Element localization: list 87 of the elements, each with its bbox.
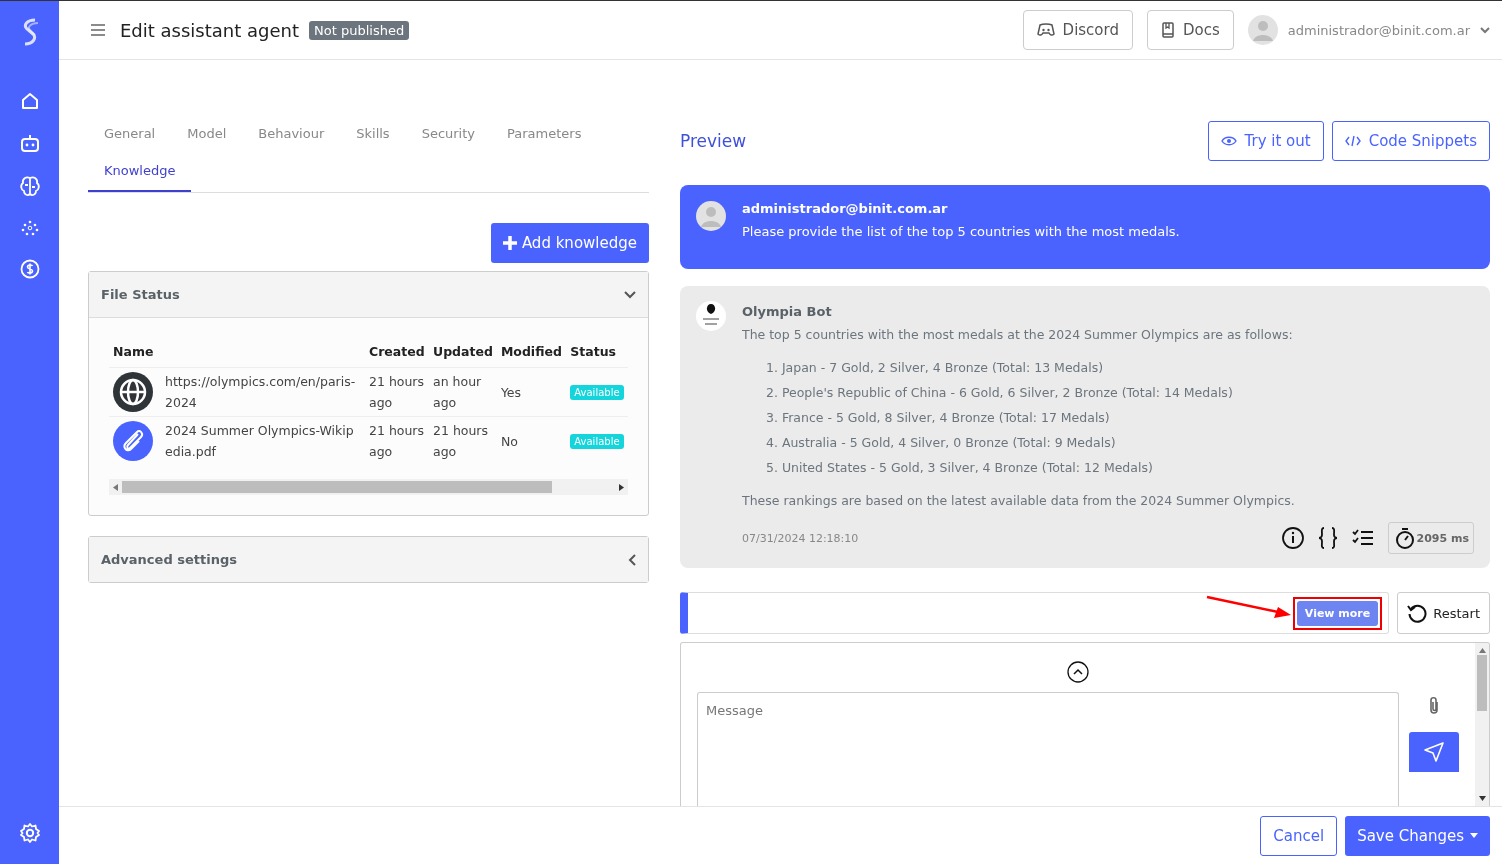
scroll-up-icon[interactable]: [1478, 648, 1486, 653]
bot-avatar-icon: [696, 300, 726, 332]
message-text: These rankings are based on the latest available data from the 2024 Summer Olympics.: [742, 493, 1296, 508]
table-cell: No: [496, 416, 567, 465]
tab[interactable]: Behaviour: [242, 118, 341, 155]
panel-header[interactable]: File Status: [89, 272, 648, 318]
dots-icon[interactable]: [20, 219, 39, 237]
table-cell: 2024 Summer Olympics-Wikipedia.pdf: [161, 416, 365, 465]
message-text: Please provide the list of the top 5 countries with the most medals.: [742, 224, 1181, 239]
vertical-scrollbar[interactable]: [1475, 643, 1489, 806]
menu-icon[interactable]: [90, 24, 106, 36]
status-badge: Not published: [309, 20, 410, 40]
dollar-icon[interactable]: [19, 259, 40, 279]
table-cell: 21 hours ago: [365, 416, 429, 465]
duration: 2095 ms: [1416, 531, 1469, 545]
caret-icon: [1470, 833, 1478, 838]
scroll-thumb[interactable]: [122, 481, 552, 493]
scroll-down-icon[interactable]: [1478, 796, 1486, 801]
send-button[interactable]: [1409, 732, 1459, 772]
code-icon: [1344, 135, 1361, 147]
info-icon[interactable]: [1281, 527, 1304, 549]
column-header: Name: [109, 340, 365, 368]
globe-icon: [113, 372, 153, 412]
timestamp: 07/31/2024 12:18:10: [742, 531, 859, 545]
cancel-button[interactable]: Cancel: [1260, 815, 1338, 856]
table-cell: an hour ago: [429, 367, 497, 417]
try-it-out-button[interactable]: Try it out: [1207, 121, 1324, 161]
scroll-thumb[interactable]: [1477, 655, 1487, 711]
home-icon[interactable]: [19, 91, 40, 111]
column-header: Created: [365, 340, 429, 368]
robot-icon[interactable]: [18, 133, 41, 153]
list-item: 1. Japan - 7 Gold, 2 Silver, 4 Bronze (Total: 13 Medals): [766, 360, 1105, 375]
user-email[interactable]: administrador@binit.com.ar: [1287, 22, 1470, 38]
view-more-button[interactable]: View more: [1296, 600, 1379, 626]
tab[interactable]: Skills: [340, 118, 406, 155]
braces-icon[interactable]: [1317, 527, 1338, 549]
scroll-right-icon[interactable]: [619, 483, 624, 491]
checklist-icon[interactable]: [1351, 529, 1374, 547]
restart-icon: [1407, 603, 1428, 623]
settings-icon[interactable]: [18, 822, 41, 844]
status-badge: Available: [570, 434, 624, 449]
list-item: 4. Australia - 5 Gold, 4 Silver, 0 Bronze (Total: 9 Medals): [766, 435, 1117, 450]
save-changes-button[interactable]: Save Changes: [1345, 815, 1490, 856]
brain-icon[interactable]: [18, 175, 41, 197]
discord-button[interactable]: Discord: [1022, 10, 1133, 50]
list-item: 2. People's Republic of China - 6 Gold, 6 Silver, 2 Bronze (Total: 14 Medals): [766, 385, 1234, 400]
preview-title: Preview: [680, 131, 747, 151]
tab[interactable]: Parameters: [491, 118, 598, 155]
tab[interactable]: Model: [171, 118, 243, 155]
table-cell: 21 hours ago: [429, 416, 497, 465]
tab[interactable]: General: [88, 118, 172, 155]
chevron-down-icon[interactable]: [1480, 26, 1490, 34]
horizontal-scrollbar[interactable]: [109, 479, 628, 495]
scroll-left-icon[interactable]: [113, 483, 118, 491]
send-icon: [1422, 740, 1446, 764]
column-header: Modified: [496, 340, 567, 368]
chevron-up-icon[interactable]: [1067, 661, 1089, 683]
list-item: 5. United States - 5 Gold, 3 Silver, 4 Bronze (Total: 12 Medals): [766, 460, 1154, 475]
paperclip-icon: [113, 421, 153, 461]
add-knowledge-button[interactable]: Add knowledge: [490, 223, 649, 263]
restart-button[interactable]: Restart: [1397, 592, 1490, 634]
advanced-settings-panel[interactable]: Advanced settings: [88, 536, 649, 583]
table-cell: https://olympics.com/en/paris-2024: [161, 367, 365, 417]
column-header: Updated: [429, 340, 497, 368]
tab[interactable]: Knowledge: [88, 155, 192, 192]
book-icon: [1160, 22, 1175, 38]
code-snippets-button[interactable]: Code Snippets: [1331, 121, 1490, 161]
message-text: The top 5 countries with the most medals at the 2024 Summer Olympics are as follows:: [742, 327, 1294, 342]
column-header: Status: [566, 340, 628, 368]
page-title: Edit assistant agent: [120, 19, 299, 41]
eye-icon: [1220, 136, 1237, 146]
message-author: Olympia Bot: [742, 304, 833, 319]
stopwatch-icon: [1394, 527, 1415, 549]
status-badge: Available: [570, 385, 624, 400]
panel-title: Advanced settings: [101, 552, 237, 567]
message-field[interactable]: Message: [697, 692, 1399, 806]
tab[interactable]: Security: [405, 118, 492, 155]
docs-button[interactable]: Docs: [1146, 10, 1234, 50]
plus-icon: [502, 236, 517, 250]
table-cell: Yes: [496, 367, 567, 417]
panel-title: File Status: [101, 287, 180, 302]
gamepad-icon: [1036, 23, 1055, 37]
list-item: 3. France - 5 Gold, 8 Silver, 4 Bronze (Total: 17 Medals): [766, 410, 1111, 425]
paperclip-icon[interactable]: [1428, 696, 1440, 716]
message-author: administrador@binit.com.ar: [742, 201, 949, 216]
table-cell: 21 hours ago: [365, 367, 429, 417]
avatar-icon: [696, 201, 726, 231]
